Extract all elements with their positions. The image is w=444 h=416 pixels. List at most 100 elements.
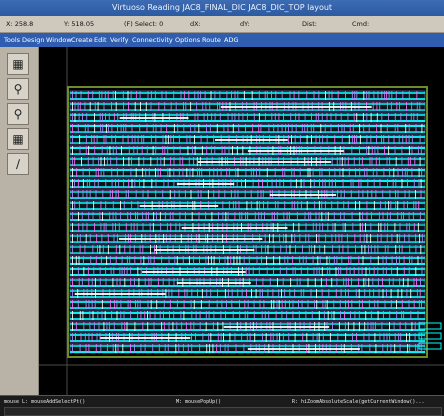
poly-finger — [370, 322, 372, 331]
metal-rail — [70, 296, 425, 298]
poly-finger — [331, 311, 333, 320]
poly-finger — [141, 146, 143, 155]
menu-options[interactable]: Options — [175, 33, 200, 47]
poly-finger — [248, 256, 250, 265]
menu-create[interactable]: Create — [71, 33, 93, 47]
poly-finger — [111, 311, 113, 320]
command-input[interactable] — [4, 407, 442, 416]
poly-finger — [284, 300, 286, 309]
poly-finger — [224, 190, 226, 199]
poly-finger — [169, 212, 171, 221]
poly-finger — [400, 212, 402, 221]
menu-verify[interactable]: Verify — [110, 33, 128, 47]
menu-connectivity[interactable]: Connectivity — [132, 33, 173, 47]
poly-finger — [303, 289, 305, 298]
poly-finger — [399, 322, 401, 331]
mouse-binding-bar: mouse L: mouseAddSelectPt() M: mousePopU… — [0, 395, 444, 416]
poly-finger — [319, 179, 320, 188]
poly-finger — [136, 223, 138, 232]
poly-finger — [394, 344, 396, 353]
poly-finger — [368, 333, 370, 342]
poly-finger — [281, 311, 283, 320]
poly-finger — [110, 267, 112, 276]
poly-finger — [91, 278, 93, 287]
poly-finger — [222, 201, 224, 210]
poly-finger — [100, 168, 102, 177]
ruler-icon[interactable]: ∕ — [7, 153, 29, 175]
menu-tools[interactable]: Tools — [4, 33, 20, 47]
poly-finger — [403, 311, 405, 320]
save-icon[interactable]: ▦ — [7, 53, 29, 75]
zoom-in-icon[interactable]: ⚲ — [7, 78, 29, 100]
poly-finger — [361, 267, 363, 276]
poly-finger — [211, 113, 213, 122]
poly-finger — [115, 212, 117, 221]
poly-finger — [169, 300, 171, 309]
poly-finger — [275, 311, 277, 320]
poly-finger — [321, 168, 323, 177]
poly-finger — [100, 201, 102, 210]
poly-finger — [148, 168, 150, 177]
poly-finger — [288, 333, 290, 342]
poly-finger — [179, 212, 181, 221]
poly-finger — [385, 267, 387, 276]
poly-finger — [78, 223, 80, 232]
poly-finger — [234, 190, 236, 199]
poly-finger — [217, 322, 219, 331]
poly-finger — [189, 135, 191, 144]
poly-finger — [363, 234, 365, 243]
poly-finger — [271, 113, 273, 122]
poly-finger — [395, 157, 397, 166]
poly-finger — [213, 190, 215, 199]
poly-finger — [182, 256, 184, 265]
fit-icon[interactable]: ▦ — [7, 128, 29, 150]
poly-finger — [324, 300, 326, 309]
poly-finger — [244, 300, 246, 309]
poly-finger — [417, 146, 419, 155]
poly-finger — [273, 124, 275, 133]
poly-finger — [75, 91, 77, 100]
poly-finger — [152, 223, 154, 232]
menu-adg[interactable]: ADG — [224, 33, 239, 47]
poly-finger — [86, 179, 88, 188]
poly-finger — [134, 256, 136, 265]
poly-finger — [140, 102, 141, 111]
poly-finger — [103, 223, 105, 232]
poly-finger — [206, 344, 208, 353]
poly-finger — [342, 179, 344, 188]
zoom-out-icon[interactable]: ⚲ — [7, 103, 29, 125]
poly-finger — [392, 179, 394, 188]
poly-finger — [420, 146, 422, 155]
poly-finger — [348, 168, 350, 177]
poly-finger — [193, 256, 195, 265]
poly-finger — [341, 157, 343, 166]
poly-finger — [254, 333, 256, 342]
poly-finger — [266, 168, 268, 177]
poly-finger — [79, 344, 81, 353]
poly-finger — [294, 267, 296, 276]
poly-finger — [163, 300, 165, 309]
poly-finger — [186, 135, 188, 144]
poly-finger — [103, 102, 105, 111]
poly-finger — [162, 278, 164, 287]
poly-finger — [300, 179, 302, 188]
poly-finger — [98, 157, 100, 166]
menu-design[interactable]: Design — [22, 33, 44, 47]
poly-finger — [110, 157, 112, 166]
poly-finger — [361, 300, 363, 309]
poly-finger — [123, 311, 125, 320]
layout-canvas[interactable] — [39, 47, 444, 395]
poly-finger — [393, 322, 395, 331]
menu-window[interactable]: Window — [46, 33, 72, 47]
poly-finger — [232, 311, 234, 320]
poly-finger — [72, 234, 73, 243]
menu-route[interactable]: Route — [202, 33, 221, 47]
poly-finger — [130, 344, 131, 353]
poly-finger — [72, 113, 73, 122]
poly-finger — [165, 289, 167, 298]
menu-edit[interactable]: Edit — [94, 33, 107, 47]
poly-finger — [144, 344, 146, 353]
poly-finger — [175, 102, 177, 111]
poly-finger — [164, 102, 166, 111]
poly-finger — [340, 212, 342, 221]
